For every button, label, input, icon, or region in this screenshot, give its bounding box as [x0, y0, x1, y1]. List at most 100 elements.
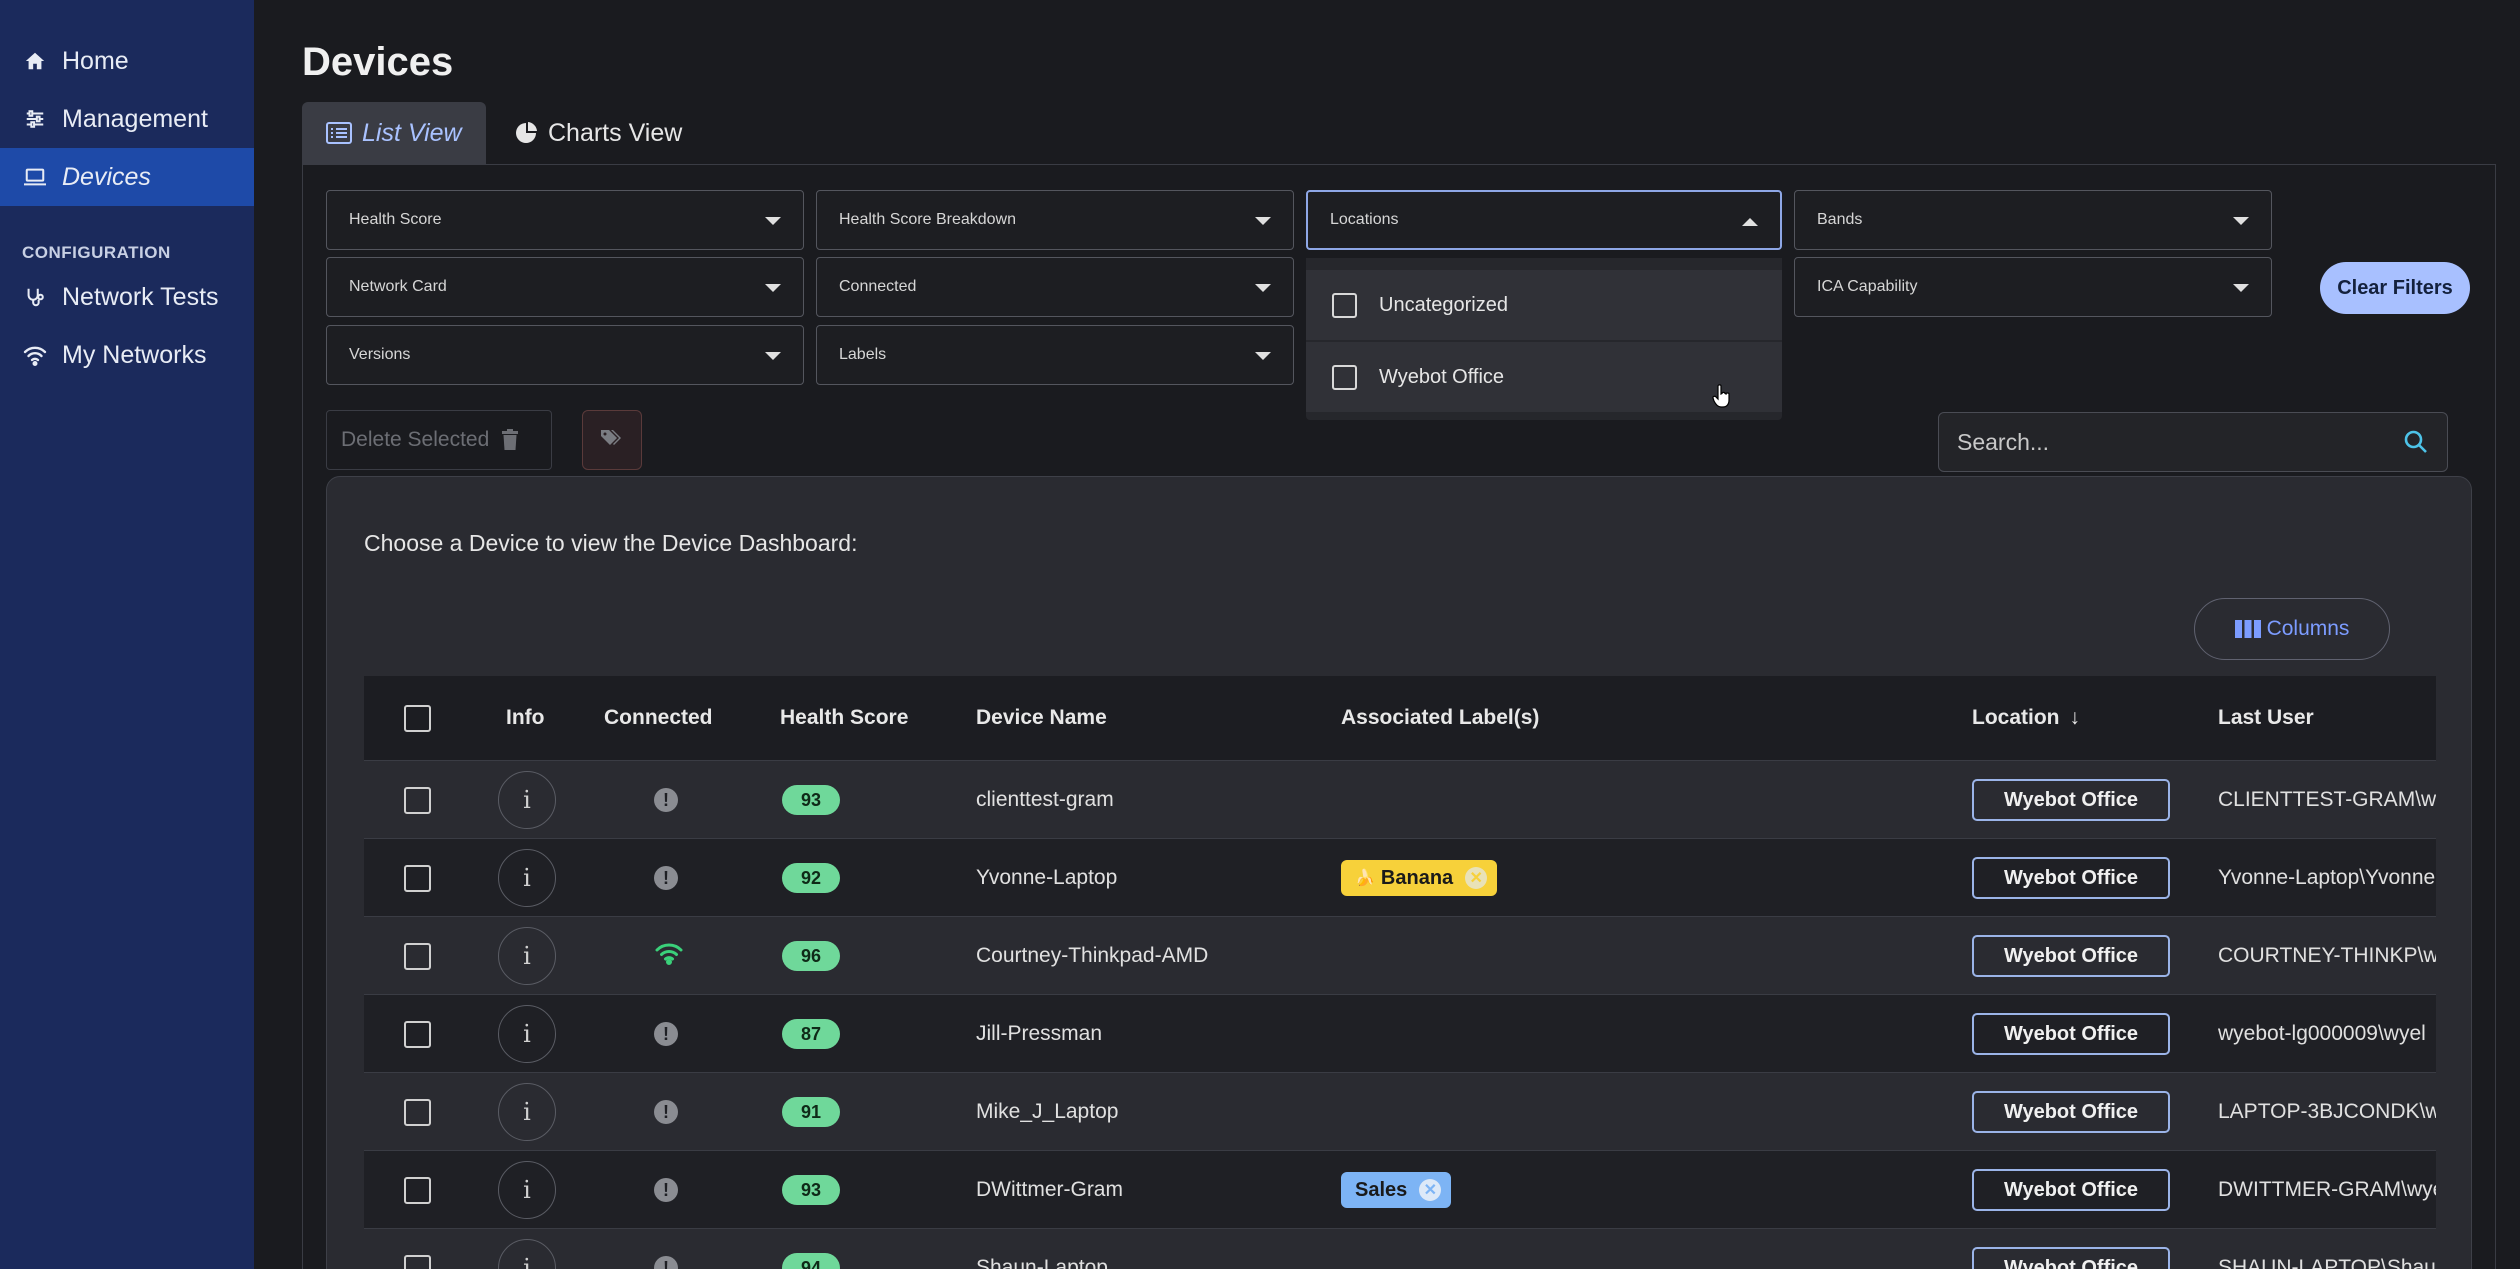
- remove-label-icon[interactable]: ✕: [1465, 867, 1488, 889]
- tab-label: Charts View: [548, 118, 683, 147]
- header-device-name[interactable]: Device Name: [976, 676, 1107, 760]
- filter-ica-capability[interactable]: ICA Capability: [1794, 257, 2272, 317]
- filter-connected[interactable]: Connected: [816, 257, 1294, 317]
- row-info-button[interactable]: i: [498, 839, 556, 916]
- filter-locations[interactable]: Locations: [1306, 190, 1782, 250]
- filter-network-card[interactable]: Network Card: [326, 257, 804, 317]
- row-connected: !: [654, 761, 678, 838]
- columns-button[interactable]: Columns: [2194, 598, 2390, 660]
- location-badge[interactable]: Wyebot Office: [1972, 1247, 2170, 1269]
- tab-list-view[interactable]: List View: [302, 102, 486, 164]
- row-device-name[interactable]: Courtney-Thinkpad-AMD: [976, 917, 1208, 994]
- table-row[interactable]: i! 87 Jill-Pressman Wyebot Office wyebot-lg0…: [364, 994, 2436, 1072]
- row-device-name[interactable]: Yvonne-Laptop: [976, 839, 1117, 916]
- tags-icon: [600, 428, 624, 453]
- label-chip[interactable]: 🍌 Banana ✕: [1341, 860, 1498, 896]
- label-emoji: 🍌: [1355, 870, 1375, 887]
- health-score-badge: 93: [782, 1175, 840, 1205]
- location-badge[interactable]: Wyebot Office: [1972, 1013, 2170, 1055]
- row-location: Wyebot Office: [1972, 1229, 2170, 1269]
- row-device-name[interactable]: DWittmer-Gram: [976, 1151, 1123, 1228]
- row-info-button[interactable]: i: [498, 1073, 556, 1150]
- row-device-name[interactable]: Shaun-Laptop: [976, 1229, 1108, 1269]
- option-label: Uncategorized: [1379, 293, 1508, 316]
- label-chip[interactable]: Sales ✕: [1341, 1172, 1452, 1208]
- row-connected: !: [654, 1229, 678, 1269]
- row-health-score: 91: [782, 1073, 840, 1150]
- tab-charts-view[interactable]: Charts View: [490, 102, 706, 164]
- row-location: Wyebot Office: [1972, 761, 2170, 838]
- location-badge[interactable]: Wyebot Office: [1972, 857, 2170, 899]
- row-checkbox[interactable]: [404, 1151, 431, 1228]
- list-icon: [326, 122, 352, 144]
- caret-down-icon: [2233, 217, 2249, 225]
- search-input[interactable]: Search...: [1938, 412, 2448, 472]
- row-checkbox[interactable]: [404, 761, 431, 838]
- location-badge[interactable]: Wyebot Office: [1972, 1091, 2170, 1133]
- health-score-badge: 93: [782, 785, 840, 815]
- row-connected: !: [654, 995, 678, 1072]
- table-header: Info Connected Health Score Device Name …: [364, 676, 2436, 760]
- header-health-score[interactable]: Health Score: [780, 676, 908, 760]
- location-badge[interactable]: Wyebot Office: [1972, 779, 2170, 821]
- header-info[interactable]: Info: [506, 676, 544, 760]
- table-intro: Choose a Device to view the Device Dashb…: [364, 530, 858, 556]
- filter-label: Locations: [1330, 211, 1399, 228]
- header-associated-labels[interactable]: Associated Label(s): [1341, 676, 1539, 760]
- table-row[interactable]: i! 92 Yvonne-Laptop 🍌 Banana ✕ Wyebot Office Yv…: [364, 838, 2436, 916]
- row-checkbox[interactable]: [404, 1073, 431, 1150]
- table-row[interactable]: i! 91 Mike_J_Laptop Wyebot Office LAPTOP-3BJ…: [364, 1072, 2436, 1150]
- option-checkbox[interactable]: [1332, 292, 1357, 318]
- header-last-user[interactable]: Last User: [2218, 676, 2314, 760]
- filter-bands[interactable]: Bands: [1794, 190, 2272, 250]
- sidebar-item-network-tests[interactable]: Network Tests: [0, 268, 254, 326]
- row-info-button[interactable]: i: [498, 995, 556, 1072]
- filter-versions[interactable]: Versions: [326, 325, 804, 385]
- row-device-name[interactable]: clienttest-gram: [976, 761, 1114, 838]
- table-row[interactable]: i! 93 clienttest-gram Wyebot Office CLIENTTE…: [364, 760, 2436, 838]
- locations-option-uncategorized[interactable]: Uncategorized: [1306, 270, 1782, 340]
- select-all-checkbox[interactable]: [404, 676, 431, 760]
- delete-selected-button[interactable]: Delete Selected: [326, 410, 552, 470]
- row-location: Wyebot Office: [1972, 995, 2170, 1072]
- row-checkbox[interactable]: [404, 839, 431, 916]
- sidebar-item-devices[interactable]: Devices: [0, 148, 254, 206]
- assign-labels-button[interactable]: [582, 410, 642, 470]
- row-device-name[interactable]: Mike_J_Laptop: [976, 1073, 1118, 1150]
- row-checkbox[interactable]: [404, 917, 431, 994]
- filter-label: Health Score: [349, 211, 442, 228]
- health-score-badge: 91: [782, 1097, 840, 1127]
- row-connected: !: [654, 1151, 678, 1228]
- remove-label-icon[interactable]: ✕: [1419, 1179, 1442, 1201]
- caret-down-icon: [1255, 284, 1271, 292]
- locations-option-wyebot-office[interactable]: Wyebot Office: [1306, 342, 1782, 412]
- row-checkbox[interactable]: [404, 1229, 431, 1269]
- row-device-name[interactable]: Jill-Pressman: [976, 995, 1102, 1072]
- search-icon[interactable]: [2403, 429, 2429, 455]
- option-label: Wyebot Office: [1379, 365, 1505, 388]
- filter-health-score[interactable]: Health Score: [326, 190, 804, 250]
- filter-labels[interactable]: Labels: [816, 325, 1294, 385]
- option-checkbox[interactable]: [1332, 364, 1357, 390]
- sidebar-item-my-networks[interactable]: My Networks: [0, 326, 254, 384]
- row-info-button[interactable]: i: [498, 761, 556, 838]
- table-row[interactable]: i! 93 DWittmer-Gram Sales ✕ Wyebot Office DWIT…: [364, 1150, 2436, 1228]
- header-location[interactable]: Location ↓: [1972, 676, 2080, 760]
- sidebar: Home Management Devices CONFIGURATION Ne…: [0, 0, 254, 1269]
- trash-icon: [501, 429, 519, 451]
- location-badge[interactable]: Wyebot Office: [1972, 935, 2170, 977]
- row-info-button[interactable]: i: [498, 917, 556, 994]
- location-badge[interactable]: Wyebot Office: [1972, 1169, 2170, 1211]
- header-connected[interactable]: Connected: [604, 676, 713, 760]
- sidebar-item-home[interactable]: Home: [0, 32, 254, 90]
- filter-health-score-breakdown[interactable]: Health Score Breakdown: [816, 190, 1294, 250]
- health-score-badge: 92: [782, 863, 840, 893]
- row-connected: !: [654, 1073, 678, 1150]
- sidebar-item-management[interactable]: Management: [0, 90, 254, 148]
- table-row[interactable]: i 96 Courtney-Thinkpad-AMD Wyebot Office COU…: [364, 916, 2436, 994]
- row-checkbox[interactable]: [404, 995, 431, 1072]
- row-info-button[interactable]: i: [498, 1229, 556, 1269]
- table-row[interactable]: i! 94 Shaun-Laptop Wyebot Office SHAUN-LAPTO…: [364, 1228, 2436, 1269]
- clear-filters-button[interactable]: Clear Filters: [2320, 262, 2470, 314]
- row-info-button[interactable]: i: [498, 1151, 556, 1228]
